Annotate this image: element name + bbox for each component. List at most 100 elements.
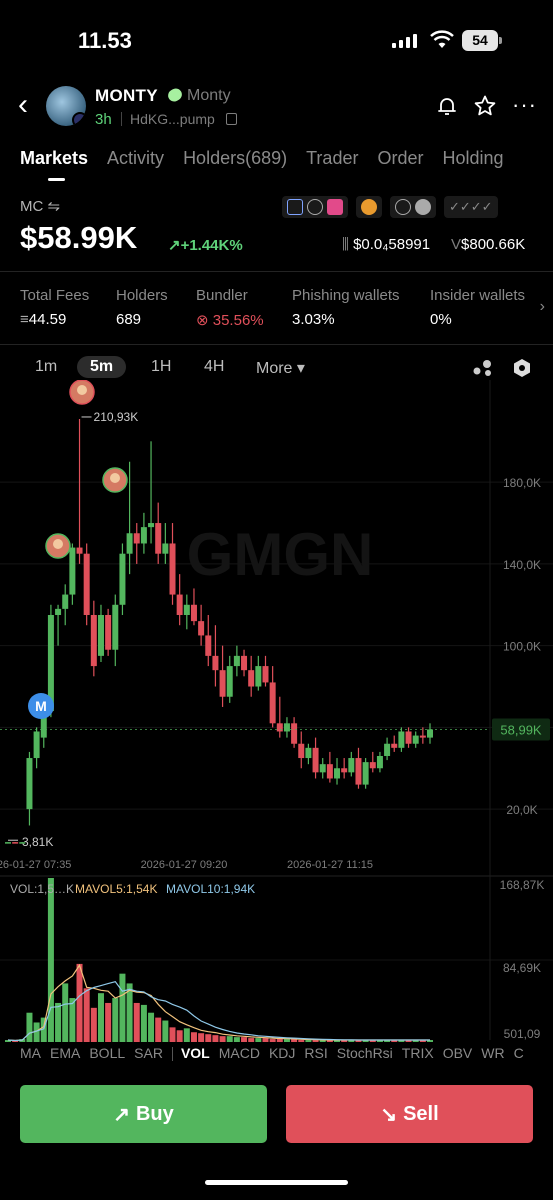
- candlestick-chart[interactable]: GMGN 58,99K 210,93K 3,81K M 180,0K 140,0K 100…: [0, 380, 553, 1050]
- volume-bar: [155, 1017, 162, 1042]
- candle: [69, 547, 76, 595]
- price-axis-label: 20,0K: [506, 803, 537, 817]
- indicator-rsi[interactable]: RSI: [304, 1045, 327, 1061]
- copy-icon[interactable]: [226, 113, 237, 125]
- apps-icon[interactable]: [287, 199, 303, 215]
- timeframe-5m[interactable]: 5m: [77, 356, 127, 378]
- star-icon[interactable]: [473, 94, 497, 118]
- divider: [121, 112, 122, 126]
- volume-bar: [162, 1020, 169, 1042]
- candle: [148, 523, 155, 528]
- status-bar: 11.53 54: [0, 0, 553, 80]
- stat-label: Holders: [116, 287, 168, 304]
- indicator-wr[interactable]: WR: [481, 1045, 504, 1061]
- volume-bar: [233, 1037, 240, 1042]
- candle: [326, 764, 333, 779]
- volume-bar: [62, 983, 69, 1042]
- home-indicator: [205, 1180, 348, 1185]
- volume-bar: [119, 973, 126, 1042]
- chevron-right-icon[interactable]: ›: [540, 298, 545, 316]
- status-time: 11.53: [78, 28, 132, 53]
- candle: [205, 635, 212, 656]
- candle: [176, 594, 183, 615]
- tab-bar: Markets Activity Holders(689) Trader Ord…: [20, 148, 523, 169]
- back-icon[interactable]: ‹: [18, 90, 38, 120]
- sell-button[interactable]: ↘ Sell: [286, 1085, 533, 1143]
- timeframe-4h[interactable]: 4H: [204, 358, 224, 376]
- high-label: 210,93K: [94, 410, 139, 424]
- more-icon[interactable]: ···: [512, 94, 537, 116]
- volume-value: $800.66K: [461, 236, 526, 253]
- tab-activity[interactable]: Activity: [107, 148, 164, 169]
- volume-bar: [255, 1038, 262, 1042]
- candle: [419, 735, 426, 738]
- stat-bundler: Bundler ⊗ 35.56%: [196, 287, 264, 329]
- arrow-up-right-icon: ↗: [113, 1103, 130, 1126]
- volume-bar: [241, 1037, 248, 1042]
- token-age: 3h: [95, 111, 112, 128]
- indicator-obv[interactable]: OBV: [443, 1045, 473, 1061]
- indicator-boll[interactable]: BOLL: [89, 1045, 125, 1061]
- indicator-ema[interactable]: EMA: [50, 1045, 80, 1061]
- candle: [26, 758, 33, 810]
- volume-legend-label: MAVOL10:1,94K: [166, 882, 255, 896]
- volume-bar: [298, 1040, 305, 1042]
- token-price: ⫼ $0.0₄58991: [342, 236, 430, 253]
- volume-bar: [69, 998, 76, 1042]
- volume-bar: [97, 993, 104, 1042]
- candle: [341, 768, 348, 773]
- candle: [55, 608, 62, 615]
- market-cap-change: ↗+1.44K%: [168, 237, 243, 254]
- tab-order[interactable]: Order: [377, 148, 423, 169]
- mc-label[interactable]: MC ⇋: [20, 197, 60, 215]
- indicator-stochrsi[interactable]: StochRsi: [337, 1045, 393, 1061]
- indicator-cci[interactable]: C: [514, 1045, 524, 1061]
- instagram-icon[interactable]: [327, 199, 343, 215]
- stat-label: Bundler: [196, 287, 248, 304]
- trader-avatar-face: [110, 473, 120, 483]
- chart-grid: [0, 380, 553, 1040]
- warning-icon: ⊗: [196, 312, 213, 329]
- stat-value: 0%: [430, 311, 452, 328]
- indicator-ma[interactable]: MA: [20, 1045, 41, 1061]
- volume-legend-label: VOL:1,5…K: [10, 882, 74, 896]
- tab-holders[interactable]: Holders(689): [183, 148, 287, 169]
- indicator-trix[interactable]: TRIX: [402, 1045, 434, 1061]
- search-icon[interactable]: [395, 199, 411, 215]
- audit-icons: ✓✓✓✓: [282, 196, 502, 218]
- indicator-vol[interactable]: VOL: [181, 1045, 210, 1061]
- bell-icon[interactable]: [436, 95, 458, 117]
- list-icon[interactable]: [415, 199, 431, 215]
- timeframe-1h[interactable]: 1H: [151, 358, 171, 376]
- tab-markets[interactable]: Markets: [20, 148, 88, 169]
- timeframe-1m[interactable]: 1m: [35, 358, 57, 376]
- volume-axis-label: 84,69K: [503, 961, 541, 975]
- tab-holding[interactable]: Holding: [442, 148, 503, 169]
- volume-bar: [219, 1036, 226, 1042]
- candle: [276, 723, 283, 732]
- indicator-settings-icon[interactable]: [472, 359, 494, 377]
- token-address[interactable]: HdKG...pump: [130, 111, 215, 127]
- buy-label: Buy: [135, 1102, 174, 1125]
- buy-button[interactable]: ↗ Buy: [20, 1085, 267, 1143]
- stat-total-fees: Total Fees ≡44.59: [20, 287, 89, 328]
- candle: [183, 604, 190, 615]
- candle: [155, 523, 162, 554]
- candle: [298, 743, 305, 759]
- stat-label: Phishing wallets: [292, 287, 400, 304]
- volume-bar: [276, 1039, 283, 1042]
- indicator-macd[interactable]: MACD: [219, 1045, 260, 1061]
- stat-value: 689: [116, 311, 142, 328]
- volume-bar: [212, 1035, 219, 1042]
- stat-value: 3.03%: [292, 311, 335, 328]
- timeframe-more[interactable]: More ▾: [256, 358, 305, 378]
- chart-settings-icon[interactable]: [512, 358, 532, 378]
- info-icon[interactable]: [307, 199, 323, 215]
- lion-icon[interactable]: [361, 199, 377, 215]
- stat-holders: Holders 689: [116, 287, 168, 328]
- tab-trader[interactable]: Trader: [306, 148, 358, 169]
- indicator-kdj[interactable]: KDJ: [269, 1045, 295, 1061]
- time-axis-label: 2026-01-27 07:35: [0, 859, 71, 871]
- candle: [376, 756, 383, 769]
- indicator-sar[interactable]: SAR: [134, 1045, 163, 1061]
